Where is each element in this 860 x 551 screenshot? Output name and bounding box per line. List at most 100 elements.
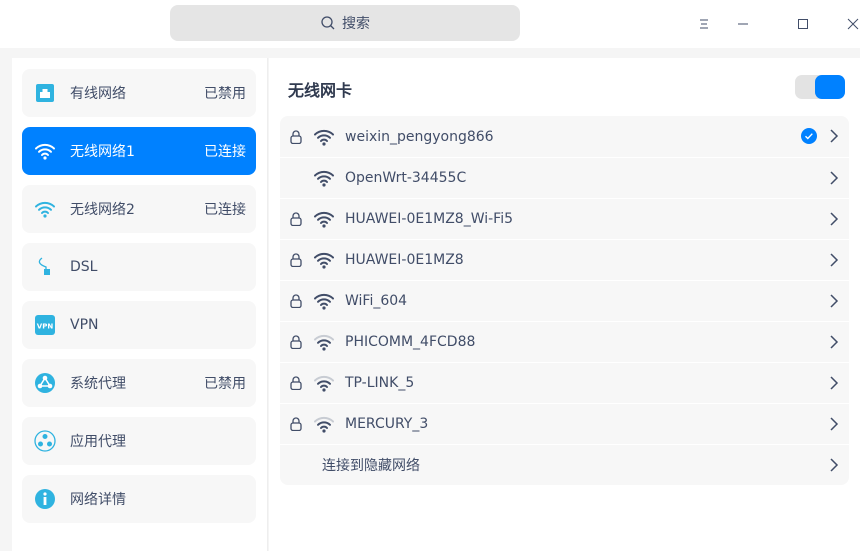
sidebar-item-7[interactable]: 网络详情 <box>22 475 256 523</box>
chevron-right-icon <box>830 212 839 226</box>
dsl-icon-wrap <box>34 256 56 278</box>
info-icon <box>35 489 55 509</box>
sidebar-item-0[interactable]: 有线网络 已禁用 <box>22 69 256 117</box>
sidebar-item-label: 网络详情 <box>70 492 126 508</box>
sidebar-item-label: 无线网络1 <box>70 144 135 160</box>
sidebar: 有线网络 已禁用 无线网络1 已连接 无线网络2 已连接 DSL VPN VPN 系统代理 已禁用应… <box>12 58 268 551</box>
sidebar-item-label: VPN <box>70 317 99 333</box>
wired-icon <box>36 84 54 102</box>
chevron-right-icon <box>830 253 839 267</box>
search-placeholder: 搜索 <box>342 16 370 32</box>
page-title: 无线网卡 <box>288 81 353 100</box>
lock-icon <box>290 212 302 226</box>
menu-icon <box>700 19 708 29</box>
menu-button[interactable] <box>694 14 714 34</box>
network-ssid: WiFi_604 <box>345 293 408 309</box>
lock-icon <box>290 253 302 267</box>
chevron-right-icon <box>830 171 839 185</box>
network-ssid: TP-LINK_5 <box>345 375 415 391</box>
network-ssid: OpenWrt-34455C <box>345 170 467 186</box>
lock-icon <box>290 417 302 431</box>
network-ssid: weixin_pengyong866 <box>345 128 494 145</box>
network-row[interactable]: MERCURY_3 <box>280 403 849 444</box>
hidden-network-chevron <box>829 457 839 477</box>
titlebar: 搜索 <box>0 0 860 48</box>
network-details-button[interactable] <box>829 128 839 148</box>
close-button[interactable] <box>843 14 860 34</box>
wifi-icon <box>314 211 334 228</box>
sidebar-item-1[interactable]: 无线网络1 已连接 <box>22 127 256 175</box>
hidden-network-label: 连接到隐藏网络 <box>322 458 420 474</box>
lock-icon <box>290 376 302 390</box>
connect-hidden-network[interactable]: 连接到隐藏网络 <box>280 444 849 485</box>
network-details-button[interactable] <box>829 170 839 190</box>
wifi-icon <box>314 375 334 392</box>
wifi-icon <box>314 252 334 269</box>
chevron-right-icon <box>830 335 839 349</box>
network-details-button[interactable] <box>829 211 839 231</box>
chevron-right-icon <box>830 294 839 308</box>
wireless-toggle[interactable] <box>795 75 845 99</box>
network-details-button[interactable] <box>829 293 839 313</box>
lock-icon <box>290 294 302 308</box>
network-row[interactable]: HUAWEI-0E1MZ8 <box>280 239 849 280</box>
close-icon <box>847 18 859 30</box>
sidebar-item-label: 有线网络 <box>70 86 126 102</box>
wifi-icon <box>35 143 55 160</box>
network-details-button[interactable] <box>829 252 839 272</box>
sidebar-item-5[interactable]: 系统代理 已禁用 <box>22 359 256 407</box>
sidebar-item-label: DSL <box>70 259 98 275</box>
connected-check-icon <box>801 128 817 144</box>
app-proxy-icon <box>34 430 56 452</box>
sidebar-item-label: 系统代理 <box>70 376 126 392</box>
wifi-icon <box>35 201 55 218</box>
sidebar-item-status: 已禁用 <box>204 86 246 102</box>
chevron-right-icon <box>830 129 839 143</box>
network-ssid: MERCURY_3 <box>345 416 429 432</box>
maximize-button[interactable] <box>793 14 813 34</box>
wifi-icon <box>314 170 334 187</box>
sidebar-item-2[interactable]: 无线网络2 已连接 <box>22 185 256 233</box>
network-ssid: PHICOMM_4FCD88 <box>345 334 476 350</box>
info-icon-wrap <box>34 488 56 510</box>
network-row[interactable]: TP-LINK_5 <box>280 362 849 403</box>
network-row[interactable]: HUAWEI-0E1MZ8_Wi-Fi5 <box>280 198 849 239</box>
lock-icon <box>290 129 302 144</box>
network-details-button[interactable] <box>829 375 839 395</box>
chevron-right-icon <box>830 458 839 472</box>
vpn-icon-wrap: VPN <box>34 314 56 336</box>
system-proxy-icon <box>35 373 55 393</box>
minimize-button[interactable] <box>733 14 753 34</box>
search-icon <box>321 16 335 30</box>
wifi-icon <box>314 129 334 146</box>
network-details-button[interactable] <box>829 416 839 436</box>
network-row[interactable]: weixin_pengyong866 <box>280 116 849 157</box>
wifi-icon <box>314 334 334 351</box>
dsl-icon <box>38 257 50 275</box>
network-row[interactable]: OpenWrt-34455C <box>280 157 849 198</box>
search-input[interactable]: 搜索 <box>170 5 520 41</box>
wifi-icon <box>314 293 334 310</box>
sidebar-item-label: 无线网络2 <box>70 202 135 218</box>
sidebar-item-4[interactable]: VPN VPN <box>22 301 256 349</box>
minimize-icon <box>738 23 748 25</box>
maximize-icon <box>798 19 808 29</box>
network-row[interactable]: WiFi_604 <box>280 280 849 321</box>
network-ssid: HUAWEI-0E1MZ8 <box>345 252 464 268</box>
wifi-icon <box>314 416 334 433</box>
chevron-right-icon <box>830 376 839 390</box>
app-proxy-icon-wrap <box>34 430 56 452</box>
network-details-button[interactable] <box>829 334 839 354</box>
sidebar-item-status: 已连接 <box>204 202 246 218</box>
vpn-icon: VPN <box>35 315 55 335</box>
toggle-knob <box>815 75 845 99</box>
sidebar-item-3[interactable]: DSL <box>22 243 256 291</box>
svg-text:VPN: VPN <box>37 323 54 331</box>
network-row[interactable]: PHICOMM_4FCD88 <box>280 321 849 362</box>
wifi-icon-wrap <box>34 198 56 220</box>
system-proxy-icon-wrap <box>34 372 56 394</box>
sidebar-item-label: 应用代理 <box>70 434 126 450</box>
sidebar-item-6[interactable]: 应用代理 <box>22 417 256 465</box>
network-ssid: HUAWEI-0E1MZ8_Wi-Fi5 <box>345 211 513 227</box>
main-panel: 无线网卡 weixin_pengyong866 OpenWrt-34455C HUA… <box>269 58 860 551</box>
